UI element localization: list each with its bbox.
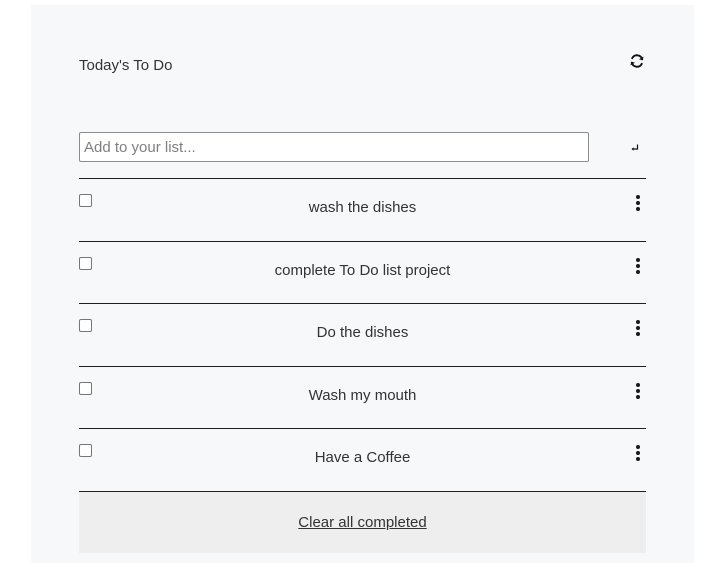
- add-item-enter-button[interactable]: [628, 141, 642, 155]
- list-item: complete To Do list project: [79, 240, 646, 304]
- list-item: Do the dishes: [79, 303, 646, 366]
- item-menu-button[interactable]: [635, 445, 641, 463]
- item-checkbox[interactable]: [79, 319, 92, 333]
- list-footer: Clear all completed: [79, 491, 646, 553]
- todo-card: Today's To Do wash the dishes: [31, 5, 694, 563]
- item-checkbox[interactable]: [79, 444, 92, 458]
- item-checkbox[interactable]: [79, 256, 92, 270]
- item-menu-button[interactable]: [635, 195, 641, 213]
- more-vertical-icon: [635, 445, 641, 462]
- more-vertical-icon: [635, 382, 641, 399]
- more-vertical-icon: [635, 320, 641, 337]
- more-vertical-icon: [635, 257, 641, 274]
- clear-completed-link[interactable]: Clear all completed: [298, 514, 426, 531]
- page-title: Today's To Do: [79, 57, 173, 74]
- todo-list: wash the dishes complete To Do list proj…: [79, 178, 646, 491]
- item-label: wash the dishes: [308, 199, 417, 216]
- list-item: wash the dishes: [79, 178, 646, 241]
- item-checkbox[interactable]: [79, 194, 92, 207]
- header: Today's To Do: [79, 49, 646, 81]
- more-vertical-icon: [635, 195, 641, 211]
- item-menu-button[interactable]: [635, 382, 641, 401]
- item-menu-button[interactable]: [635, 320, 641, 338]
- item-label: Have a Coffee: [314, 449, 411, 467]
- add-item-row: [79, 132, 646, 168]
- list-item: Have a Coffee: [79, 428, 646, 491]
- list-item: Wash my mouth: [79, 365, 646, 429]
- refresh-icon: [630, 54, 644, 68]
- refresh-button[interactable]: [628, 52, 646, 70]
- add-item-input[interactable]: [79, 132, 589, 162]
- item-label: complete To Do list project: [274, 261, 451, 279]
- enter-icon: [631, 144, 639, 151]
- item-label: Wash my mouth: [308, 386, 417, 404]
- item-label: Do the dishes: [316, 324, 409, 342]
- item-checkbox[interactable]: [79, 381, 92, 395]
- item-menu-button[interactable]: [635, 257, 641, 276]
